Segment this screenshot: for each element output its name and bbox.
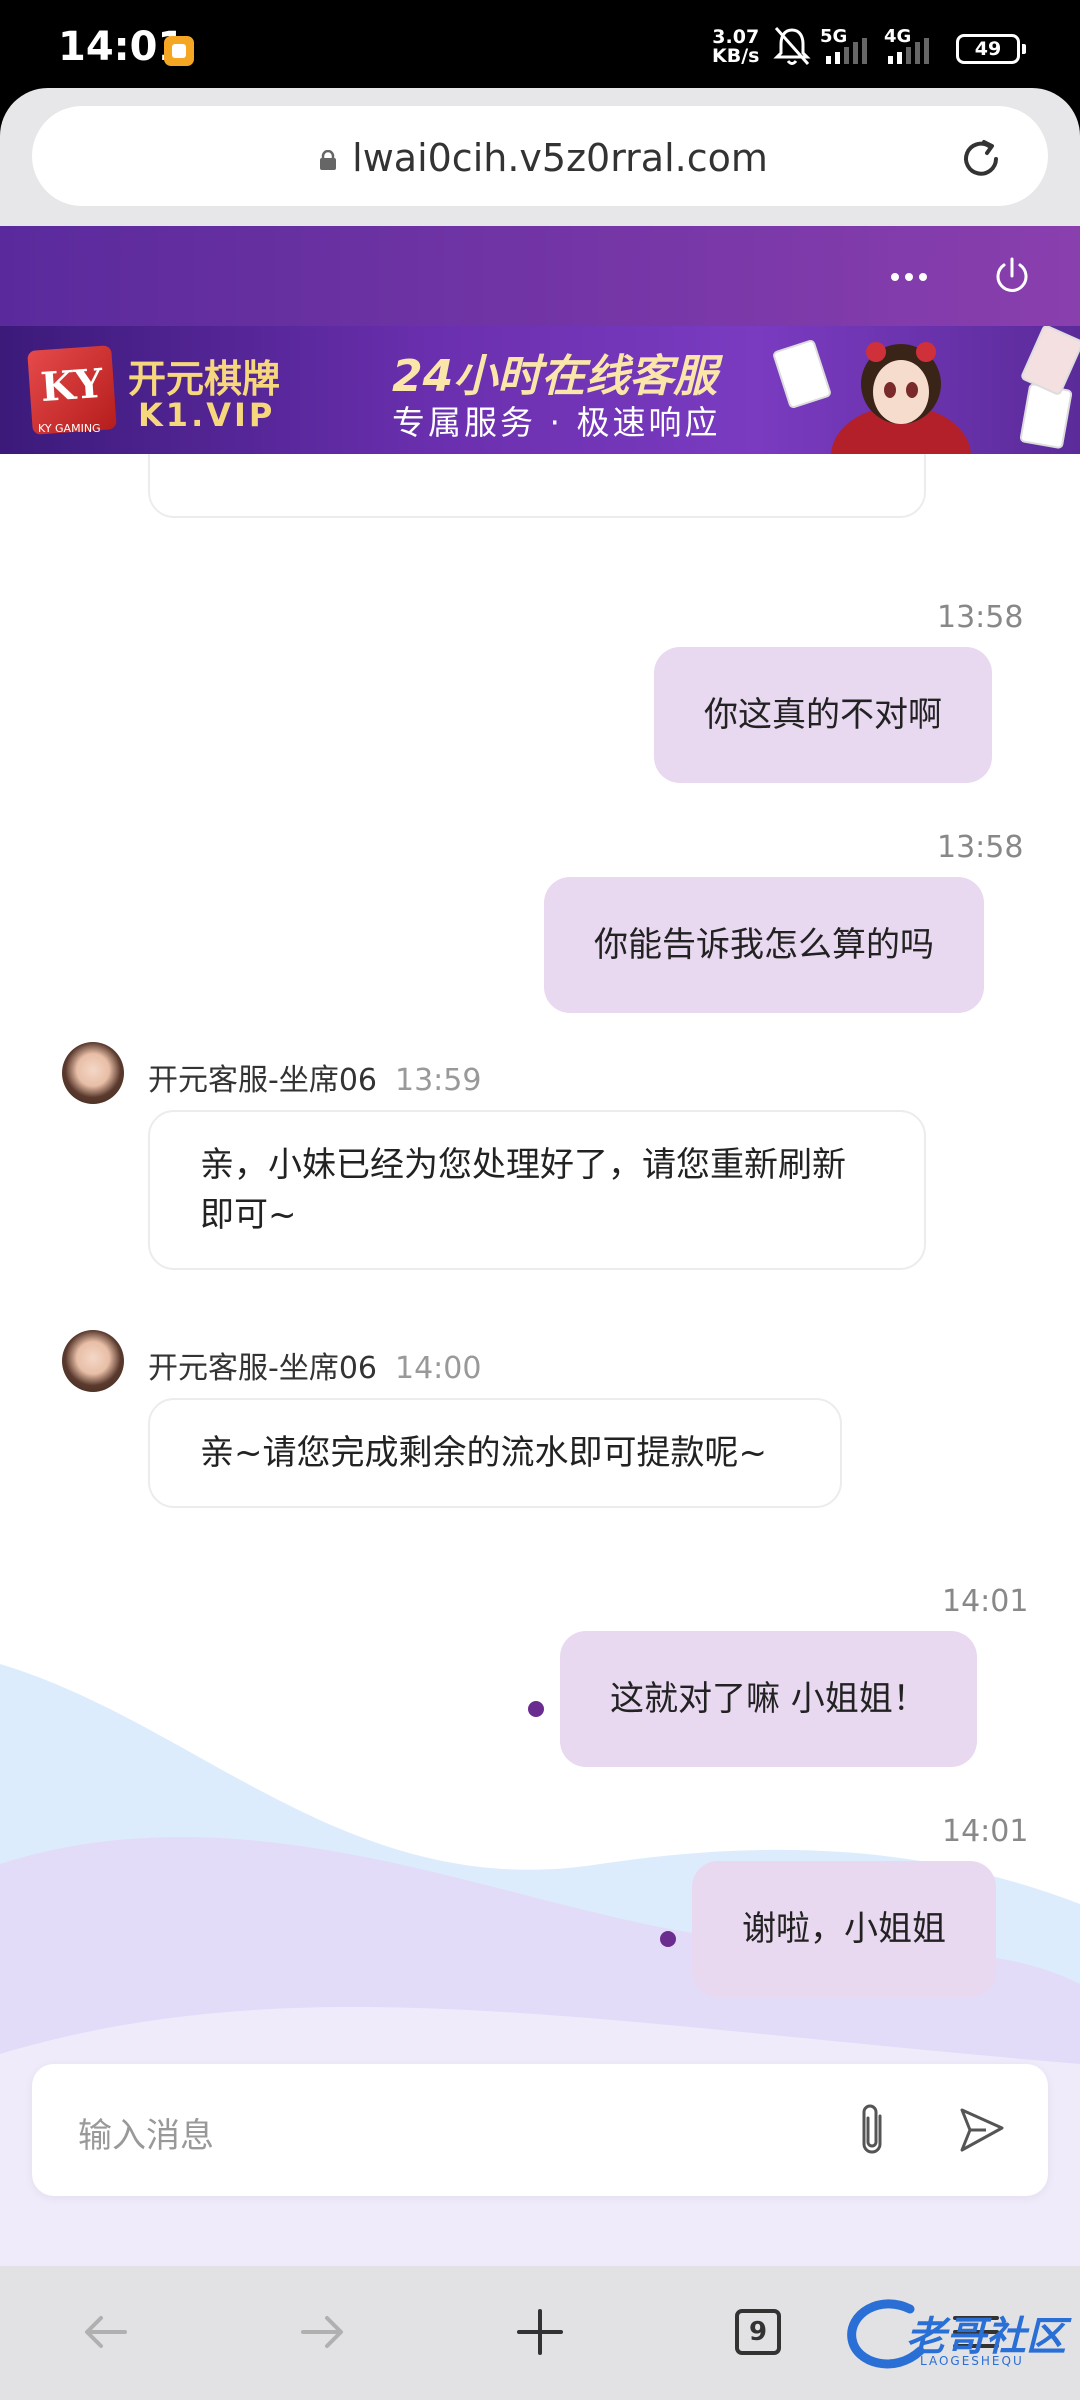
agent-header: 开元客服-坐席06 14:00 (148, 1343, 481, 1387)
send-icon[interactable] (956, 2104, 1008, 2156)
message-time: 14:01 (942, 1814, 1029, 1849)
back-button[interactable] (70, 2296, 142, 2368)
battery-icon: 49 (956, 34, 1026, 64)
playing-card-icon (771, 338, 833, 410)
message-time: 13:58 (937, 600, 1024, 635)
banner-subtitle: 专属服务 · 极速响应 (392, 403, 721, 442)
more-options-icon[interactable] (886, 262, 932, 292)
message-bubble-partial (148, 454, 926, 518)
message-time: 13:58 (937, 830, 1024, 865)
watermark-logo: 老哥社区 LAOGESHEQU (840, 2284, 1080, 2384)
logo-subtitle: KY GAMING (38, 422, 101, 435)
message-input[interactable]: 输入消息 (78, 2108, 214, 2157)
outgoing-message[interactable]: 这就对了嘛 小姐姐！ (560, 1631, 977, 1767)
tabs-button[interactable]: 9 (722, 2296, 794, 2368)
plus-icon (517, 2309, 563, 2355)
unread-dot (528, 1701, 544, 1717)
url-text[interactable]: lwai0cih.v5z0rral.com (32, 136, 1048, 180)
app-notification-icon (164, 36, 194, 66)
web-page: KY KY GAMING 开元棋牌 K1.VIP 24小时在线客服 专属服务 ·… (0, 226, 1080, 2266)
agent-header: 开元客服-坐席06 13:59 (148, 1055, 481, 1099)
agent-name: 开元客服-坐席06 (148, 1063, 377, 1098)
watermark-subtext: LAOGESHEQU (920, 2354, 1024, 2368)
promo-banner[interactable]: KY KY GAMING 开元棋牌 K1.VIP 24小时在线客服 专属服务 ·… (0, 326, 1080, 454)
outgoing-message[interactable]: 谢啦，小姐姐 (692, 1861, 996, 1997)
status-bar: 14:01 3.07 KB/s 5G 4G 49 (0, 0, 1080, 95)
signal-bars-icon (888, 38, 929, 64)
forward-button[interactable] (286, 2296, 358, 2368)
arrow-left-icon (85, 2316, 127, 2348)
chat-messages[interactable]: 13:58 你这真的不对啊 13:58 你能告诉我怎么算的吗 开元客服-坐席06… (0, 454, 1080, 2266)
power-icon[interactable] (990, 254, 1034, 298)
attachment-icon[interactable] (850, 2100, 894, 2160)
brand-site: K1.VIP (138, 396, 276, 434)
unread-dot (660, 1931, 676, 1947)
outgoing-message[interactable]: 你能告诉我怎么算的吗 (544, 877, 984, 1013)
banner-title: 24小时在线客服 (392, 351, 718, 402)
browser-window: lwai0cih.v5z0rral.com KY KY GAMING 开元棋牌 … (0, 88, 1080, 2400)
browser-toolbar: 9 老哥社区 LAOGESHEQU (0, 2266, 1080, 2400)
address-bar[interactable]: lwai0cih.v5z0rral.com (32, 106, 1048, 206)
agent-name: 开元客服-坐席06 (148, 1351, 377, 1386)
message-time: 14:01 (942, 1584, 1029, 1619)
message-input-box[interactable]: 输入消息 (32, 2064, 1048, 2196)
network-speed-unit: KB/s (712, 45, 760, 67)
tabs-count: 9 (735, 2309, 781, 2355)
arrow-right-icon (301, 2316, 343, 2348)
message-time: 13:59 (395, 1063, 482, 1098)
message-time: 14:00 (395, 1351, 482, 1386)
incoming-message[interactable]: 亲，小妹已经为您处理好了，请您重新刷新即可~ (148, 1110, 926, 1270)
network-speed: 3.07 KB/s (712, 28, 759, 66)
agent-avatar[interactable] (62, 1330, 124, 1392)
mascot-illustration (831, 342, 971, 454)
bell-muted-icon (773, 27, 811, 65)
signal-bars-icon (826, 38, 867, 64)
reload-icon[interactable] (956, 134, 1006, 184)
new-tab-button[interactable] (504, 2296, 576, 2368)
incoming-message[interactable]: 亲~请您完成剩余的流水即可提款呢~ (148, 1398, 842, 1508)
mahjong-tile-icon (1019, 382, 1073, 450)
chat-header (0, 226, 1080, 326)
brand-name: 开元棋牌 (128, 357, 281, 401)
agent-avatar[interactable] (62, 1042, 124, 1104)
outgoing-message[interactable]: 你这真的不对啊 (654, 647, 992, 783)
